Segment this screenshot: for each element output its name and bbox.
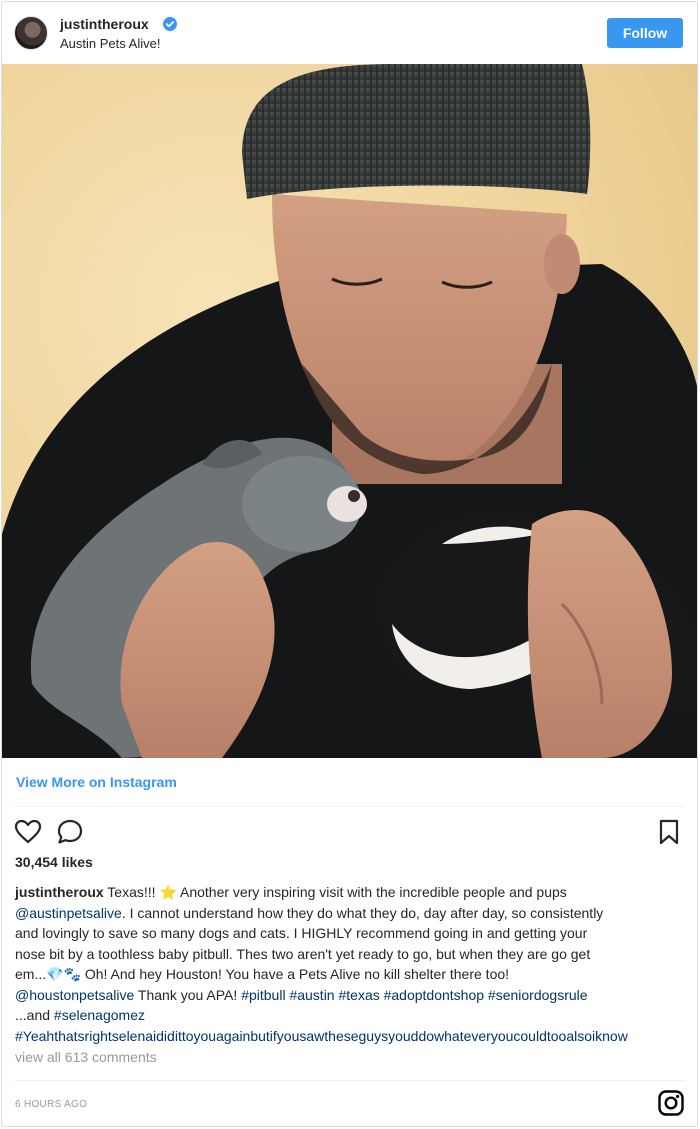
view-more-on-instagram-link[interactable]: View More on Instagram bbox=[16, 774, 177, 790]
hashtag-group[interactable]: #pitbull #austin #texas #adoptdontshop #… bbox=[241, 987, 587, 1003]
likes-count[interactable]: 30,454 likes bbox=[15, 854, 93, 870]
username-link[interactable]: justintheroux bbox=[60, 16, 149, 32]
follow-button[interactable]: Follow bbox=[607, 18, 683, 48]
caption-text: and lovingly to save so many dogs and ca… bbox=[15, 925, 588, 941]
caption-line: @houstonpetsalive Thank you APA! #pitbul… bbox=[15, 985, 697, 1006]
caption-text: . I cannot understand how they do what t… bbox=[121, 904, 604, 921]
comment-icon[interactable] bbox=[56, 818, 84, 846]
caption-text: Texas!!! ⭐ Another very inspiring visit … bbox=[103, 884, 567, 900]
caption-text: Thank you APA! bbox=[134, 986, 242, 1003]
caption-text: em...💎🐾 Oh! And hey Houston! You have a … bbox=[15, 966, 510, 982]
post-photo[interactable] bbox=[2, 64, 697, 758]
divider bbox=[14, 806, 685, 807]
mention-houstonpetsalive[interactable]: @houstonpetsalive bbox=[15, 987, 134, 1003]
post-caption: justintheroux Texas!!! ⭐ Another very in… bbox=[15, 882, 697, 1047]
caption-username[interactable]: justintheroux bbox=[15, 884, 104, 900]
verified-badge-icon bbox=[163, 17, 177, 31]
location-link[interactable]: Austin Pets Alive! bbox=[60, 36, 160, 51]
post-timestamp[interactable]: 6 HOURS AGO bbox=[15, 1099, 87, 1110]
avatar[interactable] bbox=[14, 16, 48, 50]
hashtag-long[interactable]: #Yeahthatsrightselenaididittoyouagainbut… bbox=[15, 1028, 628, 1044]
divider bbox=[14, 1080, 685, 1081]
heart-icon[interactable] bbox=[14, 818, 42, 846]
post-header: justintheroux Austin Pets Alive! Follow bbox=[2, 2, 697, 64]
view-all-comments-link[interactable]: view all 613 comments bbox=[15, 1049, 157, 1065]
hashtag-selenagomez[interactable]: #selenagomez bbox=[54, 1007, 145, 1023]
photo-illustration bbox=[2, 64, 697, 758]
instagram-icon[interactable] bbox=[657, 1089, 685, 1117]
caption-line: justintheroux Texas!!! ⭐ Another very in… bbox=[15, 882, 697, 903]
caption-text: nose bit by a toothless baby pitbull. Th… bbox=[15, 945, 591, 962]
bookmark-icon[interactable] bbox=[657, 818, 681, 846]
caption-line: #Yeahthatsrightselenaididittoyouagainbut… bbox=[15, 1026, 697, 1047]
mention-austinpetsalive[interactable]: @austinpetsalive bbox=[15, 905, 122, 921]
instagram-embed-card: justintheroux Austin Pets Alive! Follow bbox=[1, 1, 698, 1127]
caption-text: ...and bbox=[15, 1007, 54, 1023]
caption-line: @austinpetsalive. I cannot understand ho… bbox=[15, 903, 697, 924]
caption-line: ...and #selenagomez bbox=[15, 1005, 697, 1026]
